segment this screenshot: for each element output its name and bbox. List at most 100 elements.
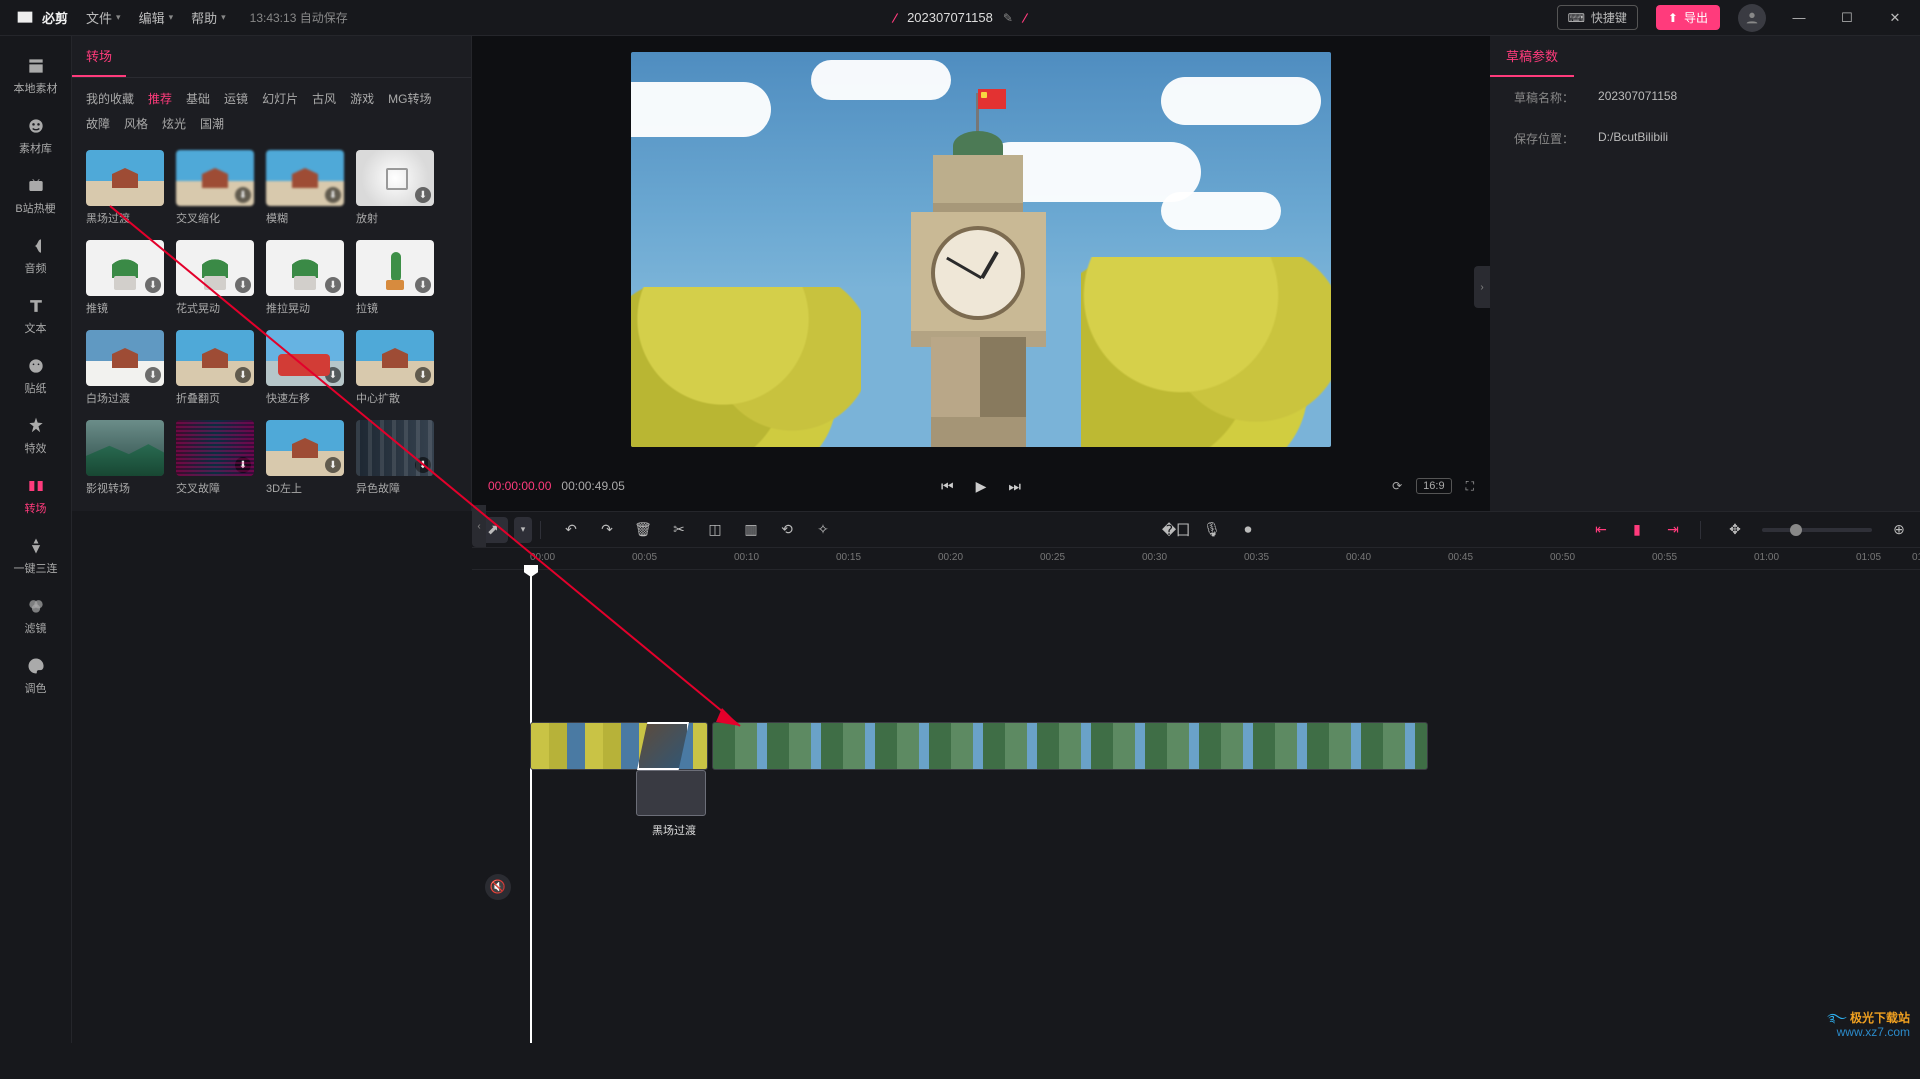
redo-button[interactable]: ↷ <box>592 517 622 543</box>
window-minimize[interactable]: — <box>1784 10 1814 25</box>
export-button[interactable]: ⬆ 导出 <box>1656 5 1720 30</box>
preview-video[interactable] <box>631 52 1331 447</box>
undo-button[interactable]: ↶ <box>556 517 586 543</box>
panel-tab-transitions[interactable]: 转场 <box>72 36 126 77</box>
avatar[interactable] <box>1738 4 1766 32</box>
rail-trans[interactable]: 转场 <box>9 470 63 522</box>
download-icon[interactable]: ⬇ <box>145 457 161 473</box>
split-button[interactable]: ✂ <box>664 517 694 543</box>
transition-item[interactable]: ⬇模糊 <box>266 150 344 226</box>
video-track[interactable] <box>530 722 1900 770</box>
rail-sticker[interactable]: 贴纸 <box>9 350 63 402</box>
collapse-panel-button[interactable]: ‹ <box>472 505 486 547</box>
transition-item[interactable]: ⬇交叉故障 <box>176 420 254 496</box>
download-icon[interactable]: ⬇ <box>235 187 251 203</box>
manual-keyframe-button[interactable]: ✧ <box>808 517 838 543</box>
menu-help[interactable]: 帮助▾ <box>191 8 226 27</box>
transition-item[interactable]: ⬇3D左上 <box>266 420 344 496</box>
zoom-in-button[interactable]: ⊕ <box>1884 517 1914 543</box>
timeline-body[interactable]: 🔇 黑场过渡 <box>472 570 1920 1043</box>
mic-button[interactable]: 🎙 <box>1197 517 1227 543</box>
rail-color[interactable]: 调色 <box>9 650 63 702</box>
transition-item[interactable]: ⬇放射 <box>356 150 434 226</box>
menu-edit[interactable]: 编辑▾ <box>139 8 174 27</box>
keyboard-icon: ⌨ <box>1568 11 1585 25</box>
transition-item[interactable]: ⬇交叉缩化 <box>176 150 254 226</box>
menu-file[interactable]: 文件▾ <box>86 8 121 27</box>
snap-left-button[interactable]: ⇤ <box>1586 517 1616 543</box>
cursor-tool-chevron[interactable]: ▾ <box>514 517 532 543</box>
tag-MG转场[interactable]: MG转场 <box>388 90 431 107</box>
zoom-slider-thumb[interactable] <box>1790 524 1802 536</box>
tag-推荐[interactable]: 推荐 <box>148 90 172 107</box>
download-icon[interactable]: ⬇ <box>235 367 251 383</box>
download-icon[interactable]: ⬇ <box>325 367 341 383</box>
collapse-props-button[interactable]: › <box>1474 266 1490 308</box>
download-icon[interactable]: ⬇ <box>235 457 251 473</box>
play-controls: 00:00:00.00 00:00:49.05 ⏮ ▶ ⏭ ⟳ 16:9 ⛶ <box>472 461 1490 511</box>
download-icon[interactable]: ⬇ <box>325 457 341 473</box>
tag-国潮[interactable]: 国潮 <box>200 115 224 132</box>
window-close[interactable]: ✕ <box>1880 10 1910 26</box>
transition-item[interactable]: ⬇白场过渡 <box>86 330 164 406</box>
rail-text[interactable]: 文本 <box>9 290 63 342</box>
prev-frame-button[interactable]: ⏮ <box>941 478 954 495</box>
download-icon[interactable]: ⬇ <box>415 457 431 473</box>
transition-item[interactable]: ⬇影视转场 <box>86 420 164 496</box>
rotate-button[interactable]: ⟲ <box>772 517 802 543</box>
timeline-toolbar: ⬈ ▾ ↶ ↷ 🗑 ✂ ◫ ▥ ⟲ ✧ �囗 🎙 ⏺ ⇤ ▮ ⇥ ✥ ⊕ <box>472 512 1920 548</box>
tag-炫光[interactable]: 炫光 <box>162 115 186 132</box>
rail-oneclick[interactable]: 一键三连 <box>9 530 63 582</box>
project-name: 202307071158 <box>907 10 993 25</box>
mirror-button[interactable]: ▥ <box>736 517 766 543</box>
time-ruler[interactable]: 00:0000:0500:1000:1500:2000:2500:3000:35… <box>472 548 1920 570</box>
shortcuts-button[interactable]: ⌨ 快捷键 <box>1557 5 1638 30</box>
download-icon[interactable]: ⬇ <box>415 277 431 293</box>
recognize-button[interactable]: �囗 <box>1161 517 1191 543</box>
transition-item[interactable]: ⬇推镜 <box>86 240 164 316</box>
clip-2[interactable] <box>712 722 1428 770</box>
tag-古风[interactable]: 古风 <box>312 90 336 107</box>
zoom-fit-button[interactable]: ✥ <box>1720 517 1750 543</box>
window-maximize[interactable]: ☐ <box>1832 10 1862 26</box>
next-frame-button[interactable]: ⏭ <box>1008 478 1021 495</box>
record-button[interactable]: ⏺ <box>1233 517 1263 543</box>
rail-library[interactable]: 素材库 <box>9 110 63 162</box>
transition-item[interactable]: ⬇推拉晃动 <box>266 240 344 316</box>
tag-游戏[interactable]: 游戏 <box>350 90 374 107</box>
transition-item[interactable]: ⬇折叠翻页 <box>176 330 254 406</box>
tag-幻灯片[interactable]: 幻灯片 <box>262 90 298 107</box>
rail-filter[interactable]: 滤镜 <box>9 590 63 642</box>
download-icon[interactable]: ⬇ <box>235 277 251 293</box>
tag-风格[interactable]: 风格 <box>124 115 148 132</box>
rail-hot[interactable]: B站热梗 <box>9 170 63 222</box>
download-icon[interactable]: ⬇ <box>415 187 431 203</box>
tag-运镜[interactable]: 运镜 <box>224 90 248 107</box>
track-mute-button[interactable]: 🔇 <box>485 874 511 900</box>
rail-audio[interactable]: 音频 <box>9 230 63 282</box>
tag-我的收藏[interactable]: 我的收藏 <box>86 90 134 107</box>
transition-item[interactable]: ⬇快速左移 <box>266 330 344 406</box>
download-icon[interactable]: ⬇ <box>145 277 161 293</box>
transition-item[interactable]: ⬇中心扩散 <box>356 330 434 406</box>
transition-item[interactable]: 黑场过渡 <box>86 150 164 226</box>
transition-item[interactable]: ⬇花式晃动 <box>176 240 254 316</box>
tag-基础[interactable]: 基础 <box>186 90 210 107</box>
tag-故障[interactable]: 故障 <box>86 115 110 132</box>
download-icon[interactable]: ⬇ <box>325 187 341 203</box>
transition-item[interactable]: ⬇拉镜 <box>356 240 434 316</box>
rail-fx[interactable]: 特效 <box>9 410 63 462</box>
play-button[interactable]: ▶ <box>976 478 987 495</box>
download-icon[interactable]: ⬇ <box>325 277 341 293</box>
transition-item[interactable]: ⬇异色故障 <box>356 420 434 496</box>
delete-button[interactable]: 🗑 <box>628 517 658 543</box>
snap-clip-button[interactable]: ▮ <box>1622 517 1652 543</box>
snap-right-button[interactable]: ⇥ <box>1658 517 1688 543</box>
download-icon[interactable]: ⬇ <box>415 367 431 383</box>
download-icon[interactable]: ⬇ <box>145 367 161 383</box>
crop-button[interactable]: ◫ <box>700 517 730 543</box>
playhead[interactable] <box>530 570 532 1043</box>
edit-name-icon[interactable]: ✎ <box>1003 11 1013 25</box>
rail-local[interactable]: 本地素材 <box>9 50 63 102</box>
props-tab-draft[interactable]: 草稿参数 <box>1490 36 1574 77</box>
